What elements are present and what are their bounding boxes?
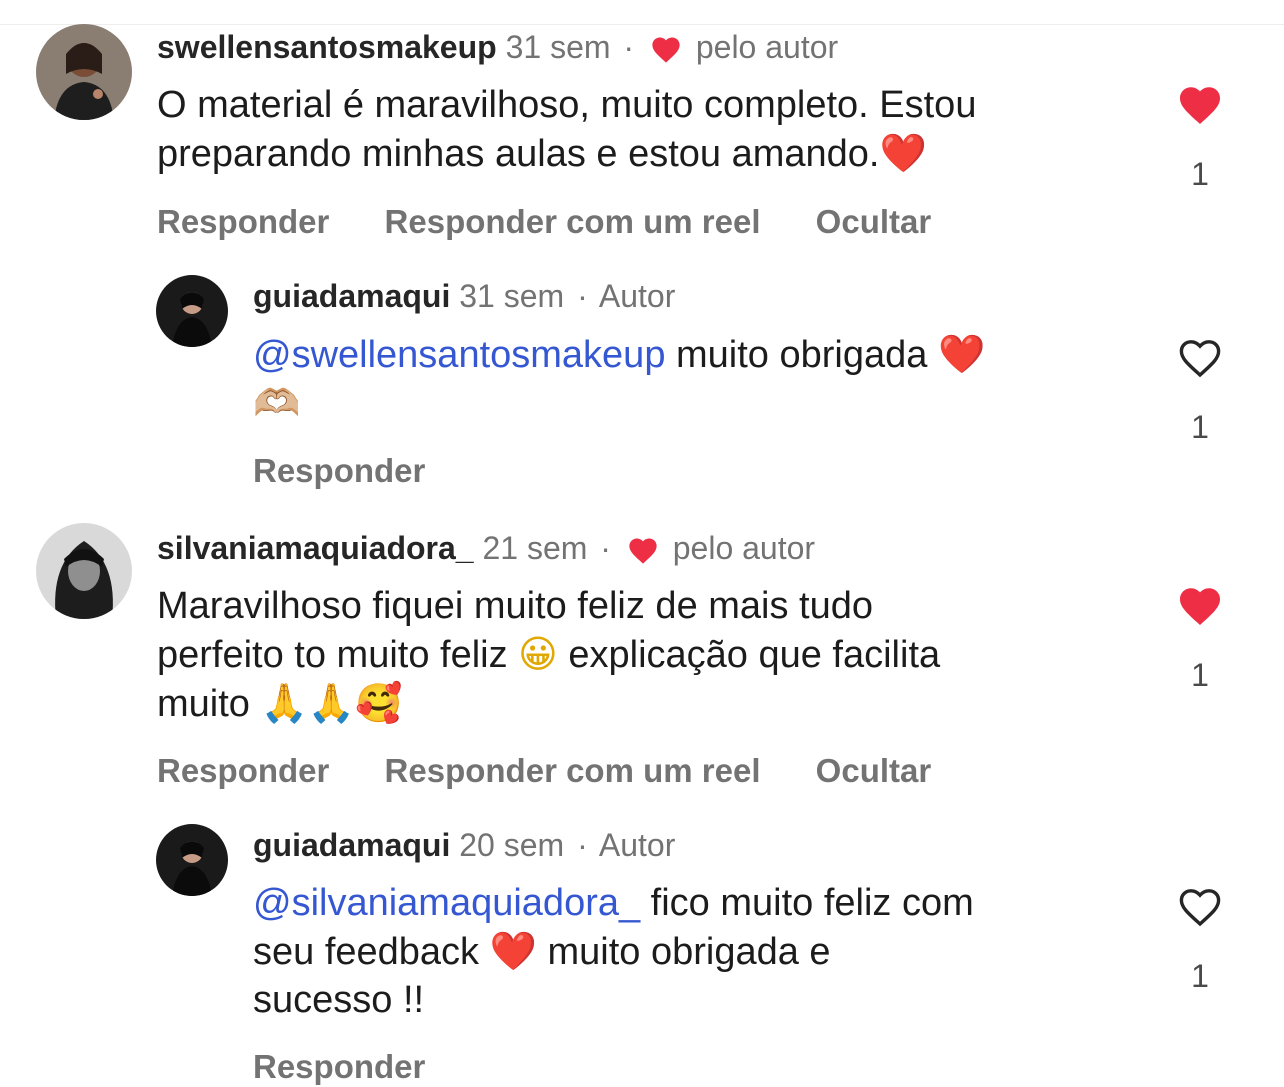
separator: · [600, 530, 611, 566]
liked-heart-icon[interactable] [1175, 82, 1225, 126]
heart-emoji: ❤️ [879, 131, 927, 175]
liked-by-author-label: pelo autor [672, 530, 816, 566]
comment-line: O material é maravilhoso, muito completo… [157, 84, 977, 126]
comment-actions: Responder Responder com um reel Ocultar [157, 202, 977, 242]
like-control: 1 [1170, 82, 1230, 192]
separator: · [623, 29, 635, 65]
reply-text: @silvaniamaquiadora_ fico muito feliz co… [253, 879, 1133, 1024]
author-badge: Autor [598, 278, 676, 314]
like-control: 1 [1170, 884, 1230, 994]
reply-actions: Responder [253, 451, 471, 491]
reply-button[interactable]: Responder [253, 1048, 425, 1085]
comment-line-text: explicação que facilita [557, 634, 941, 676]
hide-button[interactable]: Ocultar [816, 752, 932, 789]
reply-line: 🫶🏼 [253, 379, 1133, 428]
comment-line: perfeito to muito feliz 😀 explicação que… [157, 630, 1147, 679]
heart-icon [652, 37, 680, 63]
comment-header: swellensantosmakeup 31 sem · pelo autor [157, 27, 838, 67]
reply-line: @swellensantosmakeup muito obrigada ❤️ [253, 330, 1133, 379]
like-count: 1 [1191, 958, 1209, 994]
grinning-emoji: 😀 [518, 632, 558, 676]
username[interactable]: guiadamaqui [253, 278, 450, 314]
like-heart-icon[interactable] [1175, 884, 1225, 928]
timestamp: 21 sem [482, 530, 588, 566]
avatar[interactable] [156, 824, 228, 896]
reply-button[interactable]: Responder [253, 452, 425, 489]
reply-header: guiadamaqui 31 sem · Autor [253, 276, 675, 316]
like-count: 1 [1191, 156, 1209, 192]
avatar[interactable] [156, 275, 228, 347]
reply-line: seu feedback ❤️ muito obrigada e [253, 927, 1133, 976]
comment-line: muito 🙏🙏🥰 [157, 679, 1147, 728]
reply-actions: Responder [253, 1047, 471, 1087]
comment-line: preparando minhas aulas e estou amando.❤… [157, 129, 1147, 178]
reply-line: sucesso !! [253, 979, 425, 1021]
heart-emoji: ❤️ [937, 332, 986, 376]
hide-button[interactable]: Ocultar [816, 203, 932, 240]
username[interactable]: silvaniamaquiadora_ [157, 530, 474, 566]
comment-line-text: muito [157, 683, 261, 725]
reply-line-text: muito obrigada [665, 334, 938, 376]
mention-link[interactable]: @silvaniamaquiadora_ [253, 882, 640, 924]
comment-line: Maravilhoso fiquei muito feliz de mais t… [157, 585, 874, 627]
avatar[interactable] [36, 24, 132, 120]
mention-link[interactable]: @swellensantosmakeup [253, 334, 665, 376]
comment-header: silvaniamaquiadora_ 21 sem · pelo autor [157, 528, 815, 568]
reply-button[interactable]: Responder [157, 203, 329, 240]
like-count: 1 [1191, 409, 1209, 445]
reply-line-text: fico muito feliz com [640, 882, 974, 924]
separator: · [577, 278, 588, 314]
comment-actions: Responder Responder com um reel Ocultar [157, 751, 977, 791]
like-heart-icon[interactable] [1175, 335, 1225, 379]
heart-icon [629, 538, 657, 564]
username[interactable]: swellensantosmakeup [157, 29, 497, 65]
reply-header: guiadamaqui 20 sem · Autor [253, 825, 675, 865]
avatar[interactable] [36, 523, 132, 619]
comment-text: Maravilhoso fiquei muito feliz de mais t… [157, 582, 1147, 728]
liked-by-author-label: pelo autor [695, 29, 839, 65]
reply-line-text: seu feedback [253, 931, 490, 973]
comment-line-text: preparando minhas aulas e estou amando. [157, 133, 880, 175]
comment-line-text: perfeito to muito feliz [157, 634, 519, 676]
reply-line-text: muito obrigada e [536, 931, 831, 973]
reply-button[interactable]: Responder [157, 752, 329, 789]
like-count: 1 [1191, 657, 1209, 693]
reply-with-reel-button[interactable]: Responder com um reel [385, 752, 761, 789]
reply-with-reel-button[interactable]: Responder com um reel [385, 203, 761, 240]
like-control: 1 [1170, 335, 1230, 445]
separator: · [577, 827, 588, 863]
timestamp: 31 sem [505, 29, 611, 65]
timestamp: 20 sem [459, 827, 565, 863]
top-divider [0, 24, 1284, 25]
author-badge: Autor [598, 827, 676, 863]
like-control: 1 [1170, 583, 1230, 693]
reply-line: @silvaniamaquiadora_ fico muito feliz co… [253, 879, 1133, 927]
liked-heart-icon[interactable] [1175, 583, 1225, 627]
reply-text: @swellensantosmakeup muito obrigada ❤️ 🫶… [253, 330, 1133, 428]
timestamp: 31 sem [459, 278, 565, 314]
heart-hands-emoji: 🫶🏼 [253, 381, 301, 425]
username[interactable]: guiadamaqui [253, 827, 450, 863]
comment-text: O material é maravilhoso, muito completo… [157, 81, 1147, 178]
pray-emoji: 🙏🙏🥰 [260, 681, 403, 725]
heart-emoji: ❤️ [489, 929, 537, 973]
